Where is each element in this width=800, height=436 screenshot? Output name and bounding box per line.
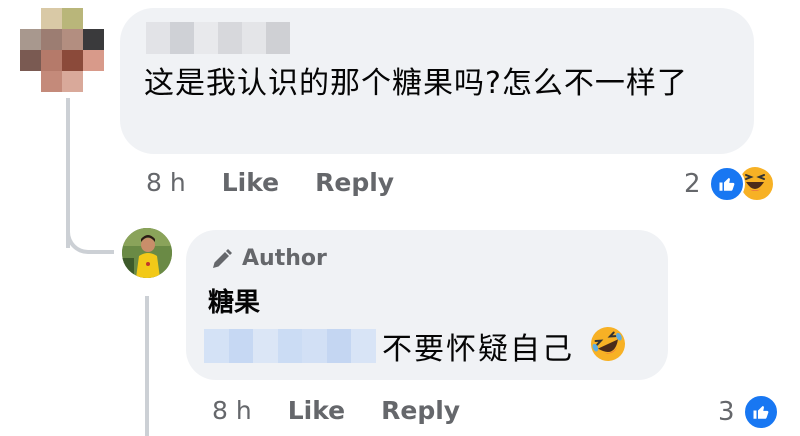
author-avatar[interactable] <box>122 228 172 278</box>
reply-reply-button[interactable]: Reply <box>381 396 460 425</box>
comment-actions: 8 h Like Reply <box>146 168 430 197</box>
mention-redacted[interactable] <box>204 329 377 363</box>
commenter-name-redacted[interactable] <box>146 22 290 54</box>
pen-icon <box>213 248 232 268</box>
reply-bubble: Author 糖果 不要怀疑自己 <box>186 230 668 380</box>
reply-text: 不要怀疑自己 <box>382 332 574 367</box>
reply-like-button[interactable]: Like <box>288 396 345 425</box>
reply-actions: 8 h Like Reply <box>212 396 496 425</box>
reply-content: 不要怀疑自己 <box>204 324 628 368</box>
like-icon <box>742 394 779 430</box>
comment-reactions[interactable]: 2 <box>684 166 775 202</box>
comment-timestamp[interactable]: 8 h <box>146 168 186 197</box>
like-button[interactable]: Like <box>222 168 279 197</box>
comment-text: 这是我认识的那个糖果吗?怎么不一样了 <box>144 66 688 101</box>
reaction-count: 2 <box>684 169 701 199</box>
like-icon <box>708 166 745 202</box>
reply-timestamp[interactable]: 8 h <box>212 396 252 425</box>
comment-bubble: 这是我认识的那个糖果吗?怎么不一样了 <box>120 8 754 154</box>
thread-connector <box>66 214 114 254</box>
author-name[interactable]: 糖果 <box>208 282 260 319</box>
author-badge: Author <box>210 246 327 271</box>
rofl-emoji <box>588 324 628 368</box>
commenter-avatar[interactable] <box>20 8 104 92</box>
reply-reaction-count: 3 <box>718 397 735 427</box>
author-badge-label: Author <box>242 246 327 271</box>
reply-button[interactable]: Reply <box>315 168 394 197</box>
reply-thread-line <box>145 296 149 436</box>
reply-reactions[interactable]: 3 <box>718 394 779 430</box>
